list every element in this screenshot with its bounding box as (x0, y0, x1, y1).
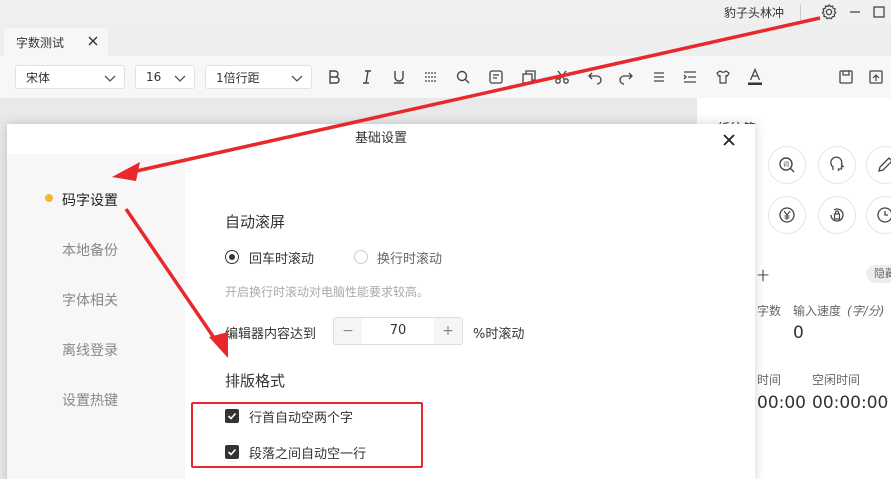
tab-document[interactable]: 字数测试 (4, 28, 108, 56)
sidebar-item-typing[interactable]: 码字设置 (62, 190, 118, 210)
line-spacing-select[interactable]: 1倍行距 (205, 65, 312, 89)
username[interactable]: 豹子头林冲 (724, 4, 784, 21)
auto-scroll-title: 自动滚屏 (225, 213, 286, 231)
idle-time-label: 空闲时间 (812, 373, 861, 387)
italic-icon[interactable] (357, 67, 377, 87)
chevron-down-icon (174, 72, 186, 82)
copy-icon[interactable] (519, 67, 539, 87)
dialog-title: 基础设置 (354, 131, 407, 146)
scroll-hint: 开启换行时滚动对电脑性能要求较高。 (225, 285, 430, 299)
search-icon[interactable] (453, 67, 473, 87)
cut-icon[interactable] (552, 67, 572, 87)
bold-icon[interactable] (324, 67, 344, 87)
comment-icon[interactable] (486, 67, 506, 87)
redo-icon[interactable] (616, 67, 636, 87)
input-speed-label: 输入速度 (793, 304, 842, 318)
font-size-value: 16 (146, 70, 162, 84)
minimize-icon[interactable] (845, 2, 865, 22)
yen-icon[interactable] (768, 196, 806, 234)
threshold-label: 编辑器内容达到 (225, 327, 317, 342)
lock-rotate-icon[interactable] (818, 196, 856, 234)
typing-time-label: 时间 (757, 373, 782, 387)
scroll-on-enter-label[interactable]: 回车时滚动 (249, 248, 314, 267)
sidebar-item-font[interactable]: 字体相关 (62, 290, 118, 310)
idle-time-value: 00:00:00 (812, 393, 889, 413)
voice-icon[interactable] (818, 146, 856, 184)
dictionary-search-icon[interactable]: 词 (768, 146, 806, 184)
decrement-button[interactable]: − (334, 318, 362, 344)
sidebar-item-offline-login[interactable]: 离线登录 (62, 340, 118, 360)
underline-icon[interactable] (389, 67, 409, 87)
save-icon[interactable] (836, 67, 856, 87)
chevron-down-icon (104, 72, 116, 82)
annotation-highlight-box (191, 402, 423, 468)
settings-sidebar: 码字设置 本地备份 字体相关 离线登录 设置热键 (7, 154, 185, 479)
typing-time-value: 00:00 (757, 393, 806, 413)
input-speed-unit: (字/分) (847, 304, 885, 318)
threshold-value[interactable]: 70 (362, 318, 434, 344)
sidebar-item-hotkeys[interactable]: 设置热键 (62, 390, 118, 410)
document-tab-bar: 字数测试 (0, 24, 891, 56)
font-family-value: 宋体 (26, 70, 51, 85)
titlebar-divider (800, 4, 801, 20)
scroll-on-wrap-label[interactable]: 换行时滚动 (377, 248, 442, 267)
scroll-on-wrap-radio[interactable] (354, 250, 368, 264)
hide-toggle[interactable]: 隐藏 (866, 265, 891, 283)
tab-label: 字数测试 (16, 35, 65, 50)
formatting-toolbar: 宋体 16 1倍行距 (0, 56, 891, 98)
threshold-stepper: − 70 + (333, 317, 463, 345)
export-icon[interactable] (866, 67, 886, 87)
font-size-select[interactable]: 16 (135, 65, 195, 89)
indent-icon[interactable] (680, 67, 700, 87)
close-tab-icon[interactable] (86, 34, 100, 48)
title-bar: 豹子头林冲 (0, 0, 891, 24)
word-count-label: 字数 (757, 304, 782, 318)
increment-button[interactable]: + (434, 318, 462, 344)
active-indicator-dot (45, 194, 53, 202)
threshold-suffix: %时滚动 (473, 327, 525, 342)
input-speed-value: 0 (793, 323, 804, 343)
maximize-icon[interactable] (869, 2, 889, 22)
font-color-icon[interactable] (745, 67, 765, 87)
layout-format-title: 排版格式 (225, 372, 286, 390)
gear-icon[interactable] (819, 2, 839, 22)
undo-icon[interactable] (585, 67, 605, 87)
close-icon[interactable] (721, 132, 737, 148)
sidebar-item-backup[interactable]: 本地备份 (62, 240, 118, 260)
font-family-select[interactable]: 宋体 (15, 65, 125, 89)
panel-divider-char: 十 (757, 269, 770, 283)
align-icon[interactable] (649, 67, 669, 87)
scroll-on-enter-radio[interactable] (225, 250, 239, 264)
svg-text:词: 词 (783, 161, 789, 169)
line-spacing-value: 1倍行距 (216, 70, 260, 85)
chevron-down-icon (291, 72, 303, 82)
strikethrough-icon[interactable] (421, 67, 441, 87)
shirt-icon[interactable] (713, 67, 733, 87)
